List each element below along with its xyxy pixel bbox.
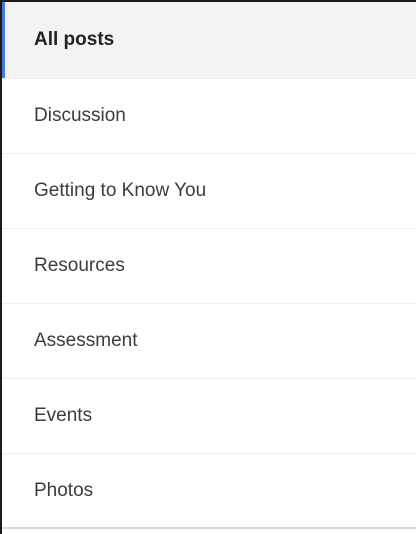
category-label: Photos <box>34 479 94 501</box>
category-label: Assessment <box>34 330 138 351</box>
category-label: Getting to Know You <box>34 180 207 201</box>
category-item-getting-to-know-you[interactable]: Getting to Know You <box>2 154 416 229</box>
category-item-discussion[interactable]: Discussion <box>2 79 416 154</box>
category-panel: All posts Discussion Getting to Know You… <box>0 0 416 534</box>
category-label: Discussion <box>34 105 126 126</box>
category-label: Resources <box>34 255 125 276</box>
category-list: All posts Discussion Getting to Know You… <box>2 2 416 529</box>
category-label: All posts <box>34 29 115 50</box>
category-item-all-posts[interactable]: All posts <box>2 2 416 79</box>
category-item-events[interactable]: Events <box>2 379 416 454</box>
category-label: Events <box>34 405 93 426</box>
category-item-assessment[interactable]: Assessment <box>2 304 416 379</box>
category-item-photos[interactable]: Photos <box>2 454 416 529</box>
category-item-resources[interactable]: Resources <box>2 229 416 304</box>
